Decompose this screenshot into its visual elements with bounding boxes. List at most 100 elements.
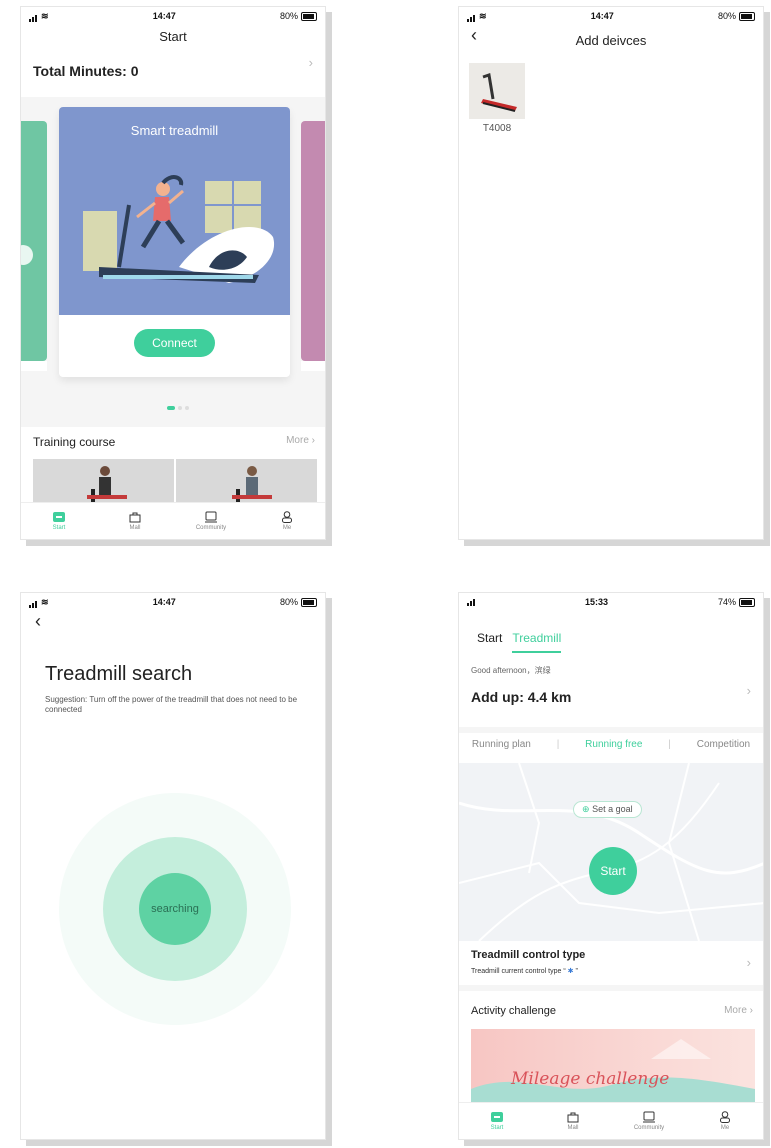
connect-button[interactable]: Connect <box>134 329 215 357</box>
tab-me[interactable]: Me <box>249 503 325 539</box>
target-icon: ⊕ <box>582 804 590 814</box>
tab-label: Me <box>720 1125 730 1131</box>
status-time: 14:47 <box>152 11 176 21</box>
tab-mall[interactable]: Mall <box>535 1103 611 1139</box>
start-tab-icon <box>491 1112 503 1122</box>
page-title: Start <box>159 29 187 44</box>
more-label: More <box>724 1005 747 1016</box>
mode-running-plan[interactable]: Running plan <box>472 739 531 750</box>
tab-label: Me <box>282 525 292 531</box>
battery-icon <box>301 11 317 21</box>
battery-level: 80% <box>279 11 298 21</box>
tab-label: Community <box>633 1125 665 1131</box>
tab-community[interactable]: Community <box>173 503 249 539</box>
control-type-title: Treadmill control type <box>471 949 586 961</box>
battery-icon <box>301 597 317 607</box>
training-course-title: Training course <box>33 435 116 449</box>
activity-challenge-title: Activity challenge <box>471 1005 556 1017</box>
status-bar: ≋ 14:47 80% <box>21 7 325 25</box>
mode-running-free[interactable]: Running free <box>585 739 642 750</box>
treadmill-home-screen: 15:33 74% Start Treadmill Good afternoon… <box>458 592 764 1140</box>
searching-label: searching <box>151 903 199 915</box>
device-tile[interactable] <box>469 63 525 119</box>
treadmill-illustration: Smart treadmill <box>59 107 290 315</box>
tab-me[interactable]: Me <box>687 1103 763 1139</box>
mode-tabs: Running plan | Running free | Competitio… <box>471 739 751 750</box>
back-arrow-icon[interactable]: ‹ <box>471 25 477 46</box>
device-name: T4008 <box>482 123 512 134</box>
tab-start[interactable]: Start <box>459 1103 535 1139</box>
chevron-right-icon[interactable]: › <box>309 55 313 70</box>
tab-start[interactable]: Start <box>21 503 97 539</box>
tab-mall[interactable]: Mall <box>97 503 173 539</box>
page-title: Add deivces <box>575 33 647 48</box>
person-icon <box>720 1111 730 1123</box>
status-bar: ≋ 14:47 80% <box>459 7 763 25</box>
battery-icon <box>739 11 755 21</box>
carousel-card-next[interactable] <box>301 121 325 361</box>
status-time: 14:47 <box>590 11 614 21</box>
add-up-distance: Add up: 4.4 km <box>471 689 572 705</box>
searching-indicator: searching <box>139 873 211 945</box>
banner-title: Mileage challenge <box>511 1069 670 1089</box>
status-time: 15:33 <box>584 597 608 607</box>
tab-bar: Start Mall Community Me <box>459 1102 763 1139</box>
signal-icon: ≋ <box>29 11 49 22</box>
control-type-subtitle: Treadmill current control type “ ✱ ” <box>471 967 578 975</box>
carousel-dots <box>167 406 189 410</box>
set-goal-label: Set a goal <box>592 804 633 814</box>
chevron-right-icon[interactable]: › <box>747 955 751 970</box>
tab-bar: Start Mall Community Me <box>21 502 325 539</box>
signal-icon: ≋ <box>29 597 49 608</box>
tab-label: Start <box>490 1125 504 1131</box>
battery-level: 80% <box>279 597 298 607</box>
training-more-link[interactable]: More › <box>286 435 315 446</box>
control-subtitle-suffix: ” <box>575 968 578 975</box>
tab-start[interactable]: Start <box>477 631 502 653</box>
back-arrow-icon[interactable]: ‹ <box>35 611 41 632</box>
start-tab-icon <box>53 512 65 522</box>
status-bar: 15:33 74% <box>459 593 763 611</box>
shopping-bag-icon <box>129 512 141 523</box>
tab-label: Community <box>195 525 227 531</box>
tab-label: Mall <box>567 1125 579 1131</box>
status-time: 14:47 <box>152 597 176 607</box>
start-label: Start <box>600 864 626 878</box>
top-tabs: Start Treadmill <box>477 631 562 653</box>
treadmill-device-image <box>481 73 517 112</box>
activity-more-link[interactable]: More › <box>724 1005 753 1016</box>
community-icon <box>205 511 217 523</box>
mileage-challenge-banner[interactable]: Mileage challenge <box>471 1029 755 1107</box>
device-card[interactable]: Smart treadmill Connect <box>59 107 290 377</box>
shopping-bag-icon <box>567 1112 579 1123</box>
bluetooth-icon: ✱ <box>567 968 574 975</box>
battery-level: 74% <box>717 597 736 607</box>
start-run-button[interactable]: Start <box>589 847 637 895</box>
control-subtitle-prefix: Treadmill current control type “ <box>471 968 566 975</box>
person-icon <box>282 511 292 523</box>
battery-level: 80% <box>717 11 736 21</box>
mode-competition[interactable]: Competition <box>697 739 750 750</box>
device-carousel[interactable]: Smart treadmill Connect <box>21 97 325 427</box>
battery-icon <box>738 597 755 607</box>
add-devices-screen: ≋ 14:47 80% ‹ Add deivces T4008 <box>458 6 764 540</box>
signal-icon <box>467 598 475 606</box>
start-screen: ≋ 14:47 80% Start Total Minutes: 0 › Sma… <box>20 6 326 540</box>
greeting: Good afternoon，滨绿 <box>471 666 551 675</box>
signal-icon: ≋ <box>467 11 487 22</box>
set-goal-button[interactable]: ⊕ Set a goal <box>573 801 642 818</box>
more-label: More <box>286 435 309 446</box>
tab-treadmill[interactable]: Treadmill <box>512 631 562 653</box>
suggestion-text: Suggestion: Turn off the power of the tr… <box>45 695 298 715</box>
page-title: Treadmill search <box>45 663 193 685</box>
treadmill-search-screen: ≋ 14:47 80% ‹ Treadmill search Suggestio… <box>20 592 326 1140</box>
tab-community[interactable]: Community <box>611 1103 687 1139</box>
tab-label: Start <box>52 525 66 531</box>
status-bar: ≋ 14:47 80% <box>21 593 325 611</box>
map-view[interactable]: ⊕ Set a goal Start <box>459 763 763 941</box>
community-icon <box>643 1111 655 1123</box>
carousel-card-prev[interactable] <box>21 121 47 361</box>
chevron-right-icon[interactable]: › <box>747 683 751 698</box>
total-minutes: Total Minutes: 0 <box>33 63 139 79</box>
tab-label: Mall <box>129 525 141 531</box>
